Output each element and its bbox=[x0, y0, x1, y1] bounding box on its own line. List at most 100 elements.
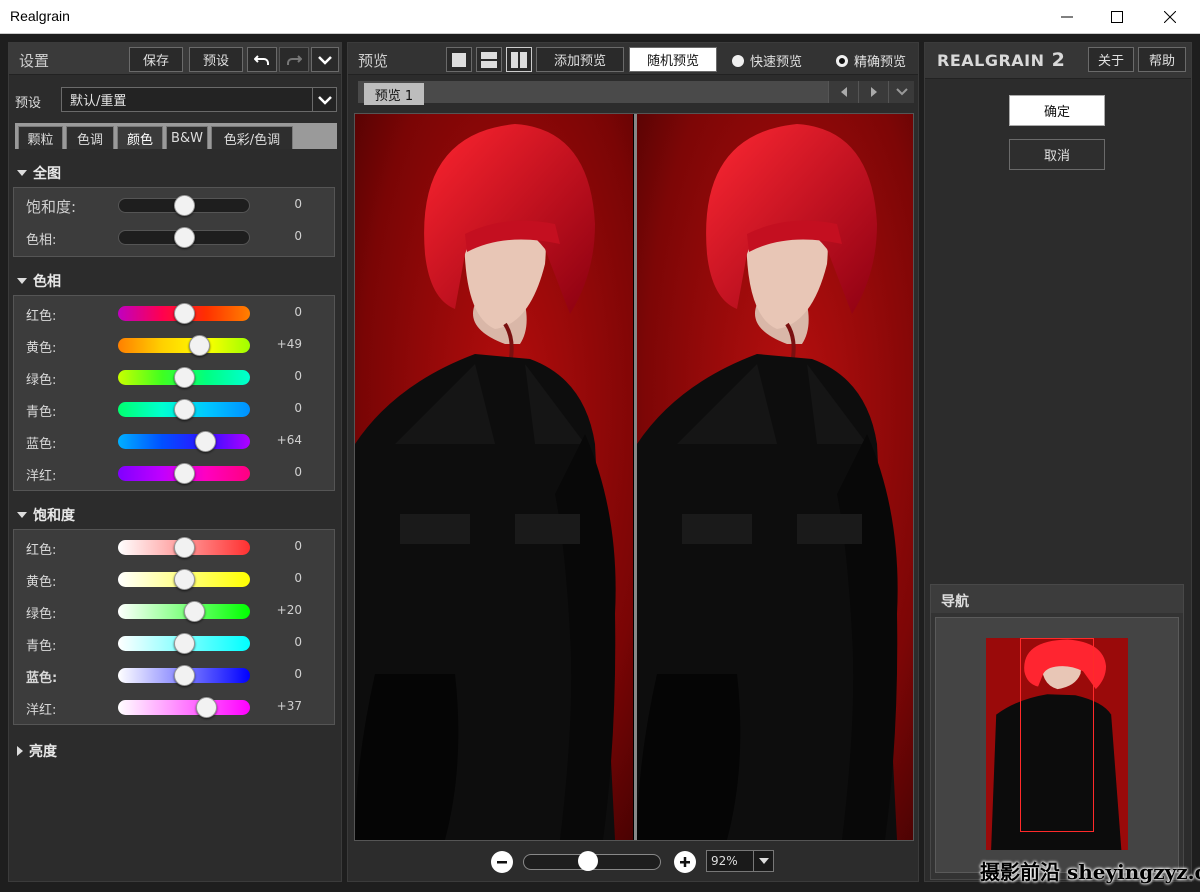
slider-track[interactable] bbox=[118, 338, 250, 353]
original-photo bbox=[355, 114, 633, 840]
maximize-button[interactable] bbox=[1092, 0, 1142, 34]
slider-row: 蓝色: 0 bbox=[14, 659, 334, 691]
slider-value: 0 bbox=[294, 305, 302, 319]
fast-preview-radio[interactable]: 快速预览 bbox=[732, 51, 802, 70]
slider-knob[interactable] bbox=[173, 633, 195, 654]
prev-preview-button[interactable] bbox=[828, 81, 858, 103]
undo-button[interactable] bbox=[247, 47, 277, 72]
slider-value: +49 bbox=[276, 337, 302, 351]
slider-row: 红色: 0 bbox=[14, 297, 334, 329]
slider-knob[interactable] bbox=[173, 463, 195, 484]
maximize-icon bbox=[1111, 11, 1123, 23]
preset-button[interactable]: 预设 bbox=[189, 47, 243, 72]
close-icon bbox=[1164, 11, 1176, 23]
slider-label: 青色: bbox=[26, 405, 57, 420]
title-bar: Realgrain bbox=[0, 0, 1200, 34]
overall-saturation-row: 饱和度: 0 bbox=[14, 189, 334, 221]
slider-knob[interactable] bbox=[173, 399, 195, 420]
slider-knob[interactable] bbox=[173, 665, 195, 686]
slider-knob[interactable] bbox=[173, 367, 195, 388]
section-brightness-toggle[interactable]: 亮度 bbox=[17, 741, 57, 761]
minus-icon bbox=[497, 861, 507, 864]
slider-label: 黄色: bbox=[26, 575, 57, 590]
tab-bw[interactable]: B&W bbox=[166, 126, 208, 149]
split-vertical-icon bbox=[511, 51, 527, 68]
preset-select[interactable]: 默认/重置 bbox=[61, 87, 337, 112]
preset-label: 预设 bbox=[15, 96, 42, 111]
zoom-in-button[interactable] bbox=[674, 851, 696, 873]
single-view-icon bbox=[452, 52, 466, 67]
slider-knob[interactable] bbox=[173, 569, 195, 590]
slider-knob[interactable] bbox=[173, 537, 195, 558]
redo-icon bbox=[287, 54, 302, 65]
ok-button[interactable]: 确定 bbox=[1009, 95, 1105, 126]
chevron-down-icon bbox=[317, 95, 332, 105]
slider-knob[interactable] bbox=[173, 195, 195, 216]
about-button[interactable]: 关于 bbox=[1088, 47, 1134, 72]
slider-knob[interactable] bbox=[173, 227, 195, 248]
help-button[interactable]: 帮助 bbox=[1138, 47, 1186, 72]
slider-row: 黄色: +49 bbox=[14, 329, 334, 361]
slider-label: 洋红: bbox=[26, 703, 57, 718]
slider-row: 青色: 0 bbox=[14, 627, 334, 659]
expanded-arrow-icon bbox=[17, 278, 27, 284]
history-dropdown-button[interactable] bbox=[311, 47, 339, 72]
slider-label: 饱和度: bbox=[26, 198, 77, 216]
slider-value: 0 bbox=[294, 539, 302, 553]
next-preview-button[interactable] bbox=[858, 81, 888, 103]
redo-button[interactable] bbox=[279, 47, 309, 72]
tab-color-tone[interactable]: 色彩/色调 bbox=[211, 126, 293, 149]
right-header: REALGRAIN 2 关于 帮助 bbox=[925, 43, 1191, 79]
slider-label: 色相: bbox=[26, 233, 57, 248]
section-hue-toggle[interactable]: 色相 bbox=[17, 271, 61, 291]
slider-knob[interactable] bbox=[195, 697, 217, 718]
split-vertical-button[interactable] bbox=[506, 47, 532, 72]
zoom-slider-knob[interactable] bbox=[577, 851, 598, 871]
slider-knob[interactable] bbox=[194, 431, 216, 452]
zoom-select[interactable]: 92% bbox=[706, 850, 774, 872]
single-view-button[interactable] bbox=[446, 47, 472, 72]
overall-hue-row: 色相: 0 bbox=[14, 221, 334, 253]
watermark-text: 摄影前沿 sheyingzyz.com bbox=[980, 860, 1200, 884]
add-preview-button[interactable]: 添加预览 bbox=[536, 47, 624, 72]
section-saturation-toggle[interactable]: 饱和度 bbox=[17, 505, 75, 525]
slider-track[interactable] bbox=[118, 434, 250, 449]
slider-row: 青色: 0 bbox=[14, 393, 334, 425]
expanded-arrow-icon bbox=[17, 512, 27, 518]
slider-label: 蓝色: bbox=[26, 671, 58, 686]
slider-row: 黄色: 0 bbox=[14, 563, 334, 595]
slider-row: 蓝色: +64 bbox=[14, 425, 334, 457]
precise-preview-radio[interactable]: 精确预览 bbox=[836, 51, 906, 70]
slider-knob[interactable] bbox=[184, 601, 206, 622]
zoom-value: 92% bbox=[711, 854, 738, 868]
cancel-button[interactable]: 取消 bbox=[1009, 139, 1105, 170]
save-button[interactable]: 保存 bbox=[129, 47, 183, 72]
section-overall-toggle[interactable]: 全图 bbox=[17, 163, 61, 183]
zoom-out-button[interactable] bbox=[491, 851, 513, 873]
settings-header: 设置 保存 预设 bbox=[9, 43, 341, 75]
navigator-viewport-frame[interactable] bbox=[1020, 638, 1094, 832]
preview-header: 预览 添加预览 随机预览 快速预览 精确预览 bbox=[348, 43, 918, 75]
portrait-image bbox=[355, 114, 633, 840]
slider-knob[interactable] bbox=[173, 303, 195, 324]
split-horizontal-button[interactable] bbox=[476, 47, 502, 72]
chevron-down-icon bbox=[895, 88, 908, 96]
preview-image-area[interactable] bbox=[354, 113, 914, 841]
tab-color[interactable]: 颜色 bbox=[117, 126, 163, 149]
minimize-button[interactable] bbox=[1042, 0, 1092, 34]
chevron-left-icon bbox=[840, 87, 847, 97]
slider-track[interactable] bbox=[118, 700, 250, 715]
preview-list-button[interactable] bbox=[888, 81, 914, 103]
random-preview-button[interactable]: 随机预览 bbox=[629, 47, 717, 72]
preset-value: 默认/重置 bbox=[70, 94, 127, 109]
tab-preview-1[interactable]: 预览 1 bbox=[364, 83, 424, 105]
radio-dot-icon bbox=[732, 54, 744, 67]
tab-grain[interactable]: 颗粒 bbox=[18, 126, 63, 149]
split-horizontal-icon bbox=[481, 51, 497, 68]
close-button[interactable] bbox=[1145, 0, 1195, 34]
navigator-image-box[interactable] bbox=[935, 617, 1179, 873]
minimize-icon bbox=[1061, 16, 1073, 18]
preview-panel: 预览 添加预览 随机预览 快速预览 精确预览 预览 1 92% bbox=[347, 42, 919, 882]
tab-tone[interactable]: 色调 bbox=[66, 126, 114, 149]
section-brightness-title: 亮度 bbox=[29, 744, 57, 760]
